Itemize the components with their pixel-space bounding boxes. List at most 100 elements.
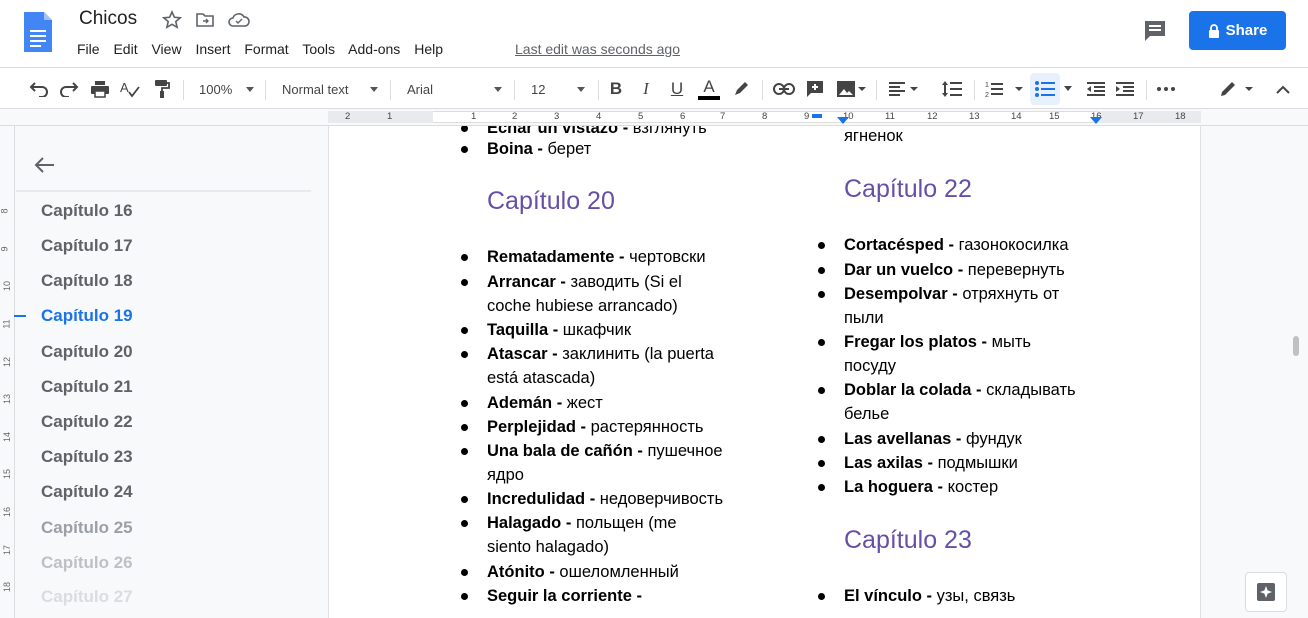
list-item: Dar un vuelco - перевернуть	[818, 258, 1065, 282]
chevron-down-icon[interactable]	[1061, 68, 1075, 110]
ruler-number: 13	[2, 393, 13, 405]
ruler-number: 14	[2, 431, 13, 443]
add-comment-icon[interactable]	[802, 68, 828, 110]
zoom-value: 100%	[199, 81, 233, 97]
ruler-number: 6	[680, 111, 686, 122]
share-button[interactable]: Share	[1189, 11, 1286, 50]
menu-edit[interactable]: Edit	[113, 41, 137, 57]
last-edit-link[interactable]: Last edit was seconds ago	[515, 41, 680, 57]
list-item: Una bala de cañón - пушечное ядро	[461, 439, 723, 487]
font-value: Arial	[407, 81, 434, 97]
heading-capitulo-20: Capítulo 20	[487, 187, 615, 215]
bulleted-list-icon[interactable]	[1030, 73, 1060, 105]
outline-item[interactable]: Capítulo 23	[41, 447, 133, 467]
outline-item[interactable]: Capítulo 18	[41, 271, 133, 291]
decrease-indent-icon[interactable]	[1083, 68, 1109, 110]
docs-logo-icon[interactable]	[22, 10, 54, 54]
menu-format[interactable]: Format	[244, 41, 288, 57]
outline-item[interactable]: Capítulo 27	[41, 587, 133, 607]
chevron-down-icon	[370, 87, 378, 92]
heading-capitulo-23: Capítulo 23	[844, 526, 972, 554]
ruler-number: 4	[596, 111, 602, 122]
font-size-select[interactable]: 12	[531, 68, 591, 110]
outline-item[interactable]: Capítulo 25	[41, 518, 133, 538]
paint-format-icon[interactable]	[150, 68, 174, 110]
ruler-number: 12	[2, 356, 13, 368]
list-item: Cortacésped - газонокосилка	[818, 233, 1069, 257]
outline-item[interactable]: Capítulo 22	[41, 412, 133, 432]
chevron-down-icon	[246, 87, 254, 92]
list-item: Fregar los platos - мыть посуду	[818, 330, 1031, 378]
insert-image-icon[interactable]	[833, 68, 869, 110]
print-icon[interactable]	[88, 68, 112, 110]
ruler-number: 18	[1175, 111, 1186, 122]
menu-bar: File Edit View Insert Format Tools Add-o…	[77, 41, 453, 59]
more-options-icon[interactable]	[1154, 68, 1178, 110]
paragraph-style-select[interactable]: Normal text	[282, 68, 382, 110]
editing-mode-icon[interactable]	[1216, 68, 1256, 110]
spellcheck-icon[interactable]: A	[118, 68, 142, 110]
star-icon[interactable]	[161, 10, 183, 30]
increase-indent-icon[interactable]	[1112, 68, 1138, 110]
undo-icon[interactable]	[27, 68, 51, 110]
back-arrow-icon[interactable]	[34, 156, 56, 179]
explore-button[interactable]	[1245, 572, 1287, 612]
menu-file[interactable]: File	[77, 41, 100, 57]
scrollbar-thumb[interactable]	[1293, 336, 1299, 356]
menu-addons[interactable]: Add-ons	[348, 41, 400, 57]
collapse-menus-icon[interactable]	[1271, 68, 1295, 110]
ruler-number: 10	[2, 280, 13, 292]
right-indent-marker[interactable]	[1090, 117, 1102, 124]
numbered-list-icon[interactable]: 12	[983, 68, 1027, 110]
comment-history-icon[interactable]	[1142, 18, 1168, 44]
ruler-number: 17	[2, 544, 13, 556]
ruler-number: 9	[804, 111, 810, 122]
italic-icon[interactable]: I	[634, 68, 658, 110]
cloud-saved-icon[interactable]	[228, 10, 250, 30]
menu-tools[interactable]: Tools	[302, 41, 335, 57]
list-item: Doblar la colada - складывать белье	[818, 378, 1076, 426]
chevron-down-icon	[494, 87, 502, 92]
menu-view[interactable]: View	[151, 41, 181, 57]
list-item: Halagado - польщен (me siento halagado)	[461, 511, 677, 559]
move-to-folder-icon[interactable]	[195, 10, 215, 30]
highlight-color-icon[interactable]	[729, 68, 753, 110]
list-item: Desempolvar - отряхнуть от пыли	[818, 282, 1059, 330]
ruler-number: 3	[554, 111, 560, 122]
list-item: Perplejidad - растерянность	[461, 415, 704, 439]
ruler-number: 8	[0, 208, 10, 214]
document-title[interactable]: Chicos	[79, 8, 137, 30]
font-select[interactable]: Arial	[407, 68, 507, 110]
insert-link-icon[interactable]	[771, 68, 797, 110]
outline-item[interactable]: Capítulo 26	[41, 553, 133, 573]
horizontal-ruler[interactable]: 2 1 1 2 3 4 5 6 7 8 9 10 11 12 13 14 15 …	[0, 109, 1308, 126]
redo-icon[interactable]	[57, 68, 81, 110]
text-color-icon[interactable]: A	[696, 68, 722, 110]
list-item: Boina - берет	[461, 137, 591, 161]
outline-item-active[interactable]: Capítulo 19	[41, 306, 133, 326]
outline-item[interactable]: Capítulo 16	[41, 201, 133, 221]
menu-insert[interactable]: Insert	[195, 41, 230, 57]
list-item: Atascar - заклинить (la puerta está atasc…	[461, 342, 714, 390]
title-bar: Chicos File Edit View Insert Format Tool…	[0, 0, 1308, 67]
ruler-number: 5	[638, 111, 644, 122]
outline-item[interactable]: Capítulo 24	[41, 482, 133, 502]
align-icon[interactable]	[886, 68, 922, 110]
outline-item[interactable]: Capítulo 20	[41, 342, 133, 362]
outline-item[interactable]: Capítulo 21	[41, 377, 133, 397]
zoom-select[interactable]: 100%	[199, 68, 259, 110]
list-item: Arrancar - заводить (Si el coche hubiese …	[461, 270, 682, 318]
ruler-number: 2	[345, 111, 351, 122]
bold-icon[interactable]: B	[604, 68, 628, 110]
ruler-number: 1	[471, 111, 477, 122]
underline-icon[interactable]: U	[665, 68, 689, 110]
outline-item[interactable]: Capítulo 17	[41, 236, 133, 256]
first-line-indent-marker[interactable]	[812, 114, 822, 118]
left-indent-marker[interactable]	[837, 117, 849, 124]
menu-help[interactable]: Help	[414, 41, 443, 57]
svg-text:A: A	[120, 80, 129, 95]
svg-text:2: 2	[985, 92, 989, 98]
vertical-ruler[interactable]: 8 9 10 11 12 13 14 15 16 17 18	[0, 126, 15, 618]
line-spacing-icon[interactable]	[938, 68, 966, 110]
document-page[interactable]: Echar un vistazo - взглянуть Boina - бер…	[328, 126, 1201, 618]
